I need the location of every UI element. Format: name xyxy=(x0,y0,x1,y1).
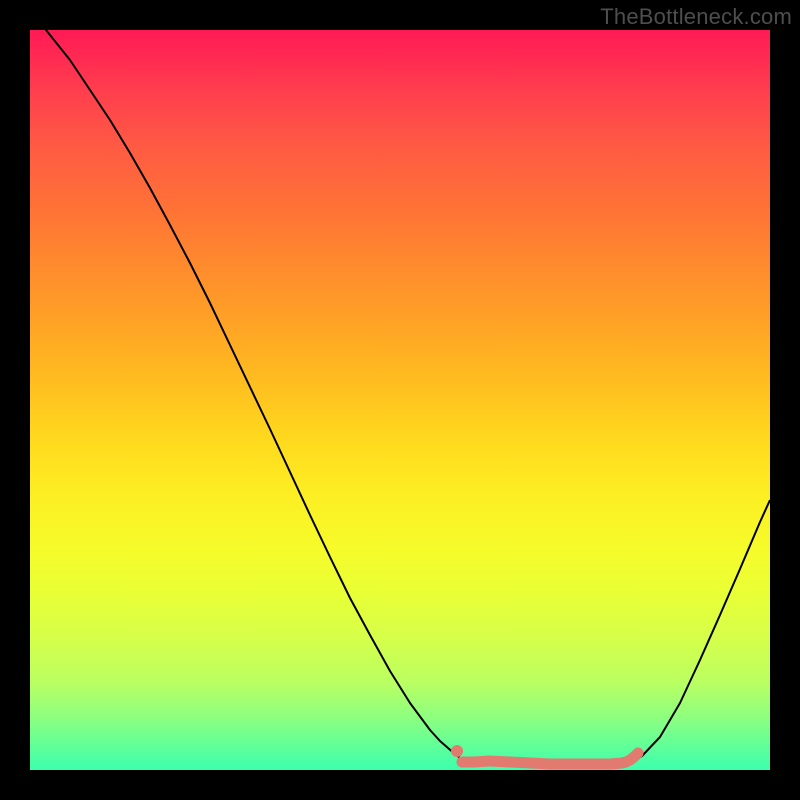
highlight-segment xyxy=(30,30,770,770)
plot-area xyxy=(30,30,770,770)
watermark-text: TheBottleneck.com xyxy=(600,4,792,30)
